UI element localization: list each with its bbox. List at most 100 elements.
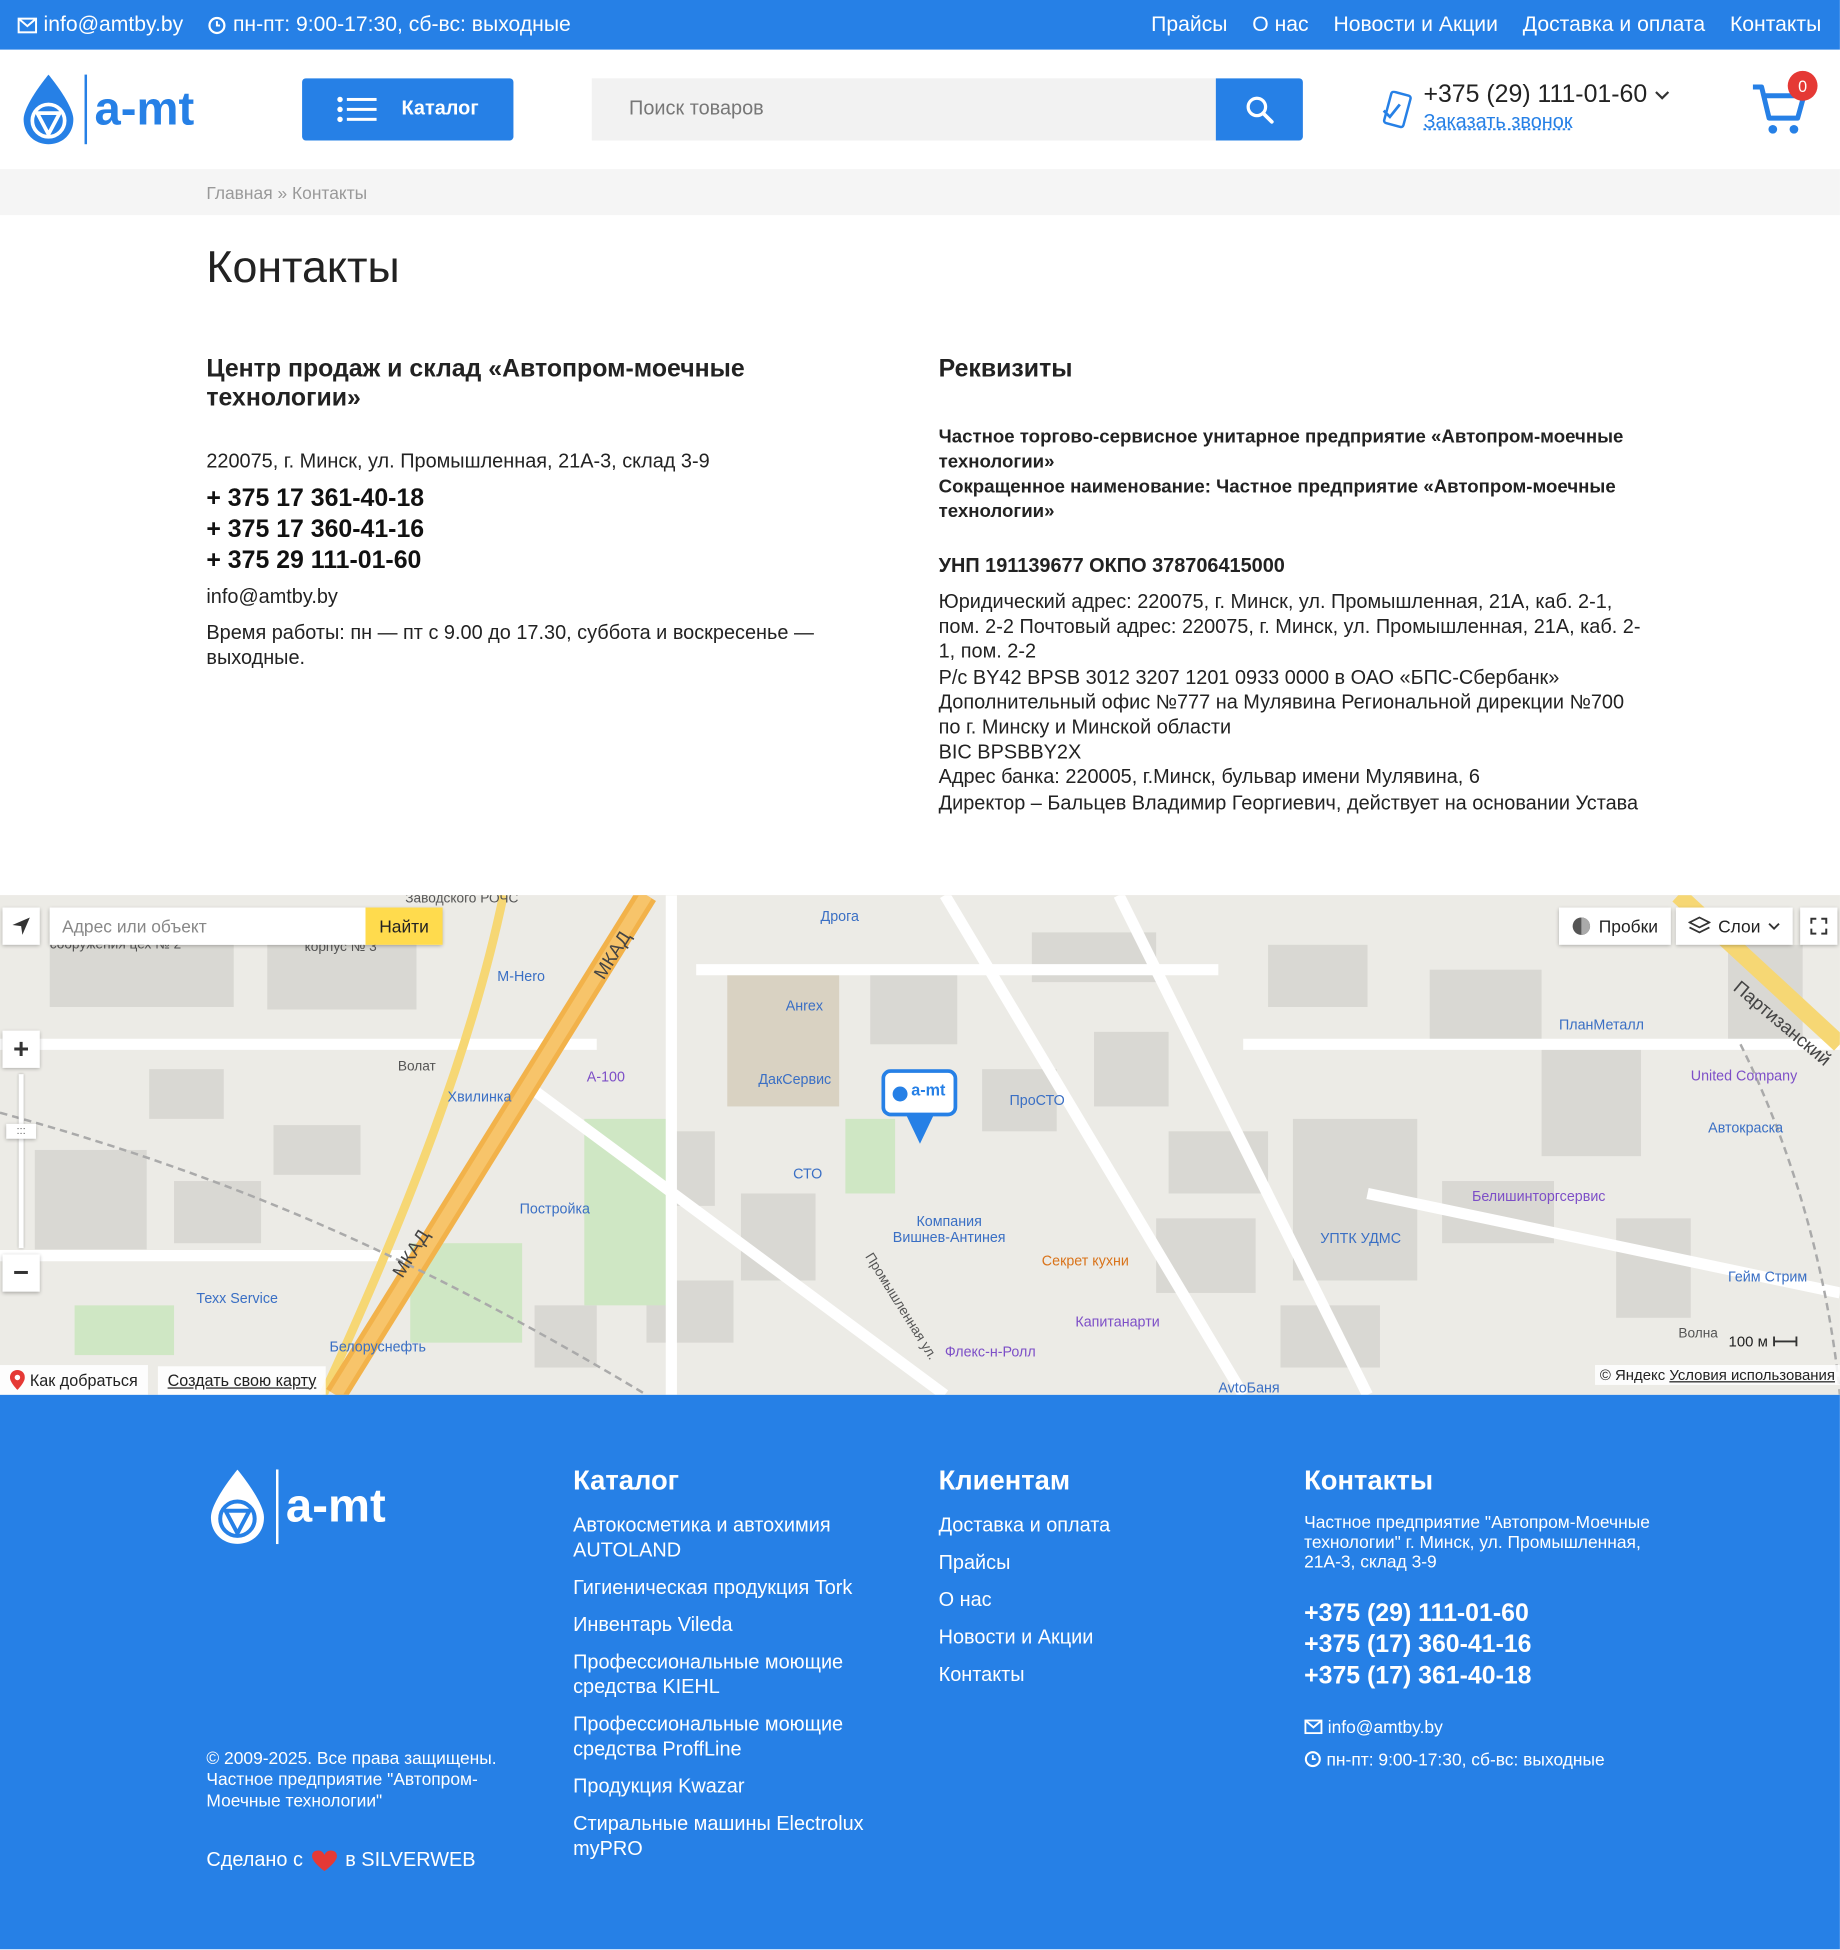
menu-icon — [337, 96, 377, 123]
map-label: Секрет кухни — [1041, 1254, 1129, 1270]
footer-hours-text: пн-пт: 9:00-17:30, сб-вс: выходные — [1326, 1749, 1605, 1770]
topnav-delivery[interactable]: Доставка и оплата — [1523, 12, 1705, 37]
heart-icon — [311, 1850, 337, 1872]
requisites-codes: УНП 191139677 ОКПО 378706415000 — [938, 555, 1285, 577]
cart-button[interactable]: 0 — [1750, 70, 1818, 144]
fullscreen-button[interactable] — [1800, 907, 1838, 945]
topbar-email-text[interactable]: info@amtby.by — [44, 12, 184, 37]
map-label: United Company — [1690, 1069, 1798, 1085]
requisites-title: Реквизиты — [938, 355, 1073, 383]
map-bottom-controls: Как добраться Создать свою карту — [0, 1365, 327, 1395]
footer-phone[interactable]: +375 (17) 361-40-18 — [1304, 1661, 1652, 1692]
contact-phone[interactable]: + 375 17 360-41-16 — [206, 515, 902, 546]
expand-icon — [1810, 917, 1828, 935]
logo-drop-icon — [210, 1469, 264, 1544]
map-search-box: Адрес или объект Найти — [49, 907, 443, 945]
map-label: Анrex — [785, 999, 823, 1015]
map-scale-label: 100 м — [1728, 1332, 1768, 1351]
footer-catalog-link[interactable]: Профессиональные моющие средства ProffLi… — [573, 1713, 896, 1763]
topnav-about[interactable]: О нас — [1252, 12, 1308, 37]
map-label: УПТК УДМС — [1320, 1232, 1402, 1247]
requisites-line: Р/с BY42 BPSB 3012 3207 1201 0933 0000 в… — [938, 667, 1560, 689]
callback-link[interactable]: Заказать звонок — [1423, 112, 1669, 134]
cart-count-badge: 0 — [1787, 70, 1818, 101]
footer-logo[interactable]: a-mt — [206, 1467, 386, 1547]
map-search-input[interactable]: Адрес или объект — [49, 907, 366, 945]
topbar-hours-text: пн-пт: 9:00-17:30, сб-вс: выходные — [232, 12, 571, 37]
map-search-button[interactable]: Найти — [365, 907, 443, 945]
chevron-down-icon — [1768, 922, 1780, 930]
footer-clients-link[interactable]: Доставка и оплата — [939, 1514, 1188, 1539]
search-input[interactable]: Поиск товаров — [591, 78, 1216, 141]
footer-clients-link[interactable]: Прайсы — [939, 1552, 1188, 1577]
map-copyright: © Яндекс Условия использования — [1594, 1365, 1840, 1385]
contacts-email[interactable]: info@amtby.by — [206, 587, 902, 609]
map-label: Заводского РОЧС — [405, 895, 519, 907]
footer-catalog-column: Каталог Автокосметика и автохимия AUTOLA… — [573, 1464, 896, 1874]
footer-catalog-link[interactable]: Автокосметика и автохимия AUTOLAND — [573, 1514, 896, 1564]
location-pin-icon — [9, 1370, 25, 1390]
contact-phone[interactable]: + 375 29 111-01-60 — [206, 546, 902, 577]
site-logo[interactable]: a-mt — [20, 72, 194, 147]
route-label: Как добраться — [29, 1370, 138, 1390]
footer-phone[interactable]: +375 (29) 111-01-60 — [1304, 1599, 1652, 1630]
zoom-in-button[interactable]: + — [2, 1030, 40, 1068]
catalog-button[interactable]: Каталог — [302, 78, 514, 141]
footer-catalog-title: Каталог — [573, 1464, 680, 1496]
footer-phone[interactable]: +375 (17) 360-41-16 — [1304, 1630, 1652, 1661]
route-button[interactable]: Как добраться — [0, 1365, 148, 1395]
footer-catalog-link[interactable]: Инвентарь Vileda — [573, 1614, 896, 1639]
footer-phones: +375 (29) 111-01-60 +375 (17) 360-41-16 … — [1304, 1599, 1652, 1692]
chevron-down-icon[interactable] — [1655, 90, 1670, 100]
footer-catalog-link[interactable]: Продукция Kwazar — [573, 1775, 896, 1800]
footer-clients-link[interactable]: Контакты — [939, 1663, 1188, 1688]
search-button[interactable] — [1215, 78, 1303, 141]
logo-divider — [84, 74, 88, 145]
company-map-marker[interactable]: a-mt — [881, 1069, 958, 1152]
map-search-placeholder: Адрес или объект — [62, 916, 207, 937]
footer-catalog-link[interactable]: Гигиеническая продукция Tork — [573, 1576, 896, 1601]
header-phone[interactable]: +375 (29) 111-01-60 — [1423, 81, 1670, 110]
map-label: А-100 — [586, 1070, 625, 1086]
footer-clients-link[interactable]: Новости и Акции — [939, 1626, 1188, 1651]
made-by-suffix: в SILVERWEB — [345, 1849, 476, 1872]
header-phone-number[interactable]: +375 (29) 111-01-60 — [1423, 81, 1647, 110]
mail-icon — [1304, 1719, 1323, 1735]
footer-logo-text: a-mt — [285, 1480, 386, 1533]
map-locate-button[interactable] — [2, 907, 40, 945]
contact-phone[interactable]: + 375 17 361-40-18 — [206, 484, 902, 515]
create-map-link[interactable]: Создать свою карту — [157, 1365, 327, 1395]
map-label: Постройка — [519, 1202, 590, 1218]
footer-hours: пн-пт: 9:00-17:30, сб-вс: выходные — [1304, 1749, 1652, 1769]
topnav-contacts[interactable]: Контакты — [1730, 12, 1821, 37]
footer-clients-link[interactable]: О нас — [939, 1589, 1188, 1614]
header-phone-block: +375 (29) 111-01-60 Заказать звонок — [1380, 81, 1670, 134]
topnav-news[interactable]: Новости и Акции — [1333, 12, 1497, 37]
topbar-email[interactable]: info@amtby.by — [17, 12, 183, 37]
zoom-slider-handle[interactable]: ::: — [6, 1123, 37, 1139]
layers-button[interactable]: Слои — [1675, 907, 1793, 945]
footer-email-text[interactable]: info@amtby.by — [1328, 1717, 1443, 1737]
footer-made-by[interactable]: Сделано с в SILVERWEB — [206, 1849, 476, 1872]
map-label: Хвилинка — [447, 1090, 512, 1106]
requisites-full-name: Частное торгово-сервисное унитарное пред… — [938, 426, 1624, 473]
map-label: Компания Вишнев-Антинея — [892, 1214, 1006, 1246]
footer-catalog-link[interactable]: Стиральные машины Electrolux myPRO — [573, 1813, 896, 1863]
zoom-out-button[interactable]: − — [2, 1254, 40, 1292]
footer-clients-title: Клиентам — [938, 1464, 1071, 1496]
topnav-prices[interactable]: Прайсы — [1151, 12, 1227, 37]
page-title: Контакты — [206, 241, 400, 293]
map-pin-label: a-mt — [911, 1080, 946, 1099]
breadcrumb-home[interactable]: Главная — [206, 183, 272, 203]
search-placeholder: Поиск товаров — [629, 98, 764, 120]
layers-icon — [1688, 916, 1711, 934]
footer-catalog-link[interactable]: Профессиональные моющие средства KIEHL — [573, 1651, 896, 1701]
traffic-button[interactable]: Пробки — [1558, 907, 1671, 945]
scale-bar-icon — [1773, 1336, 1798, 1347]
footer-clients-column: Клиентам Доставка и оплата Прайсы О нас … — [939, 1464, 1188, 1700]
zoom-slider[interactable]: ::: — [6, 1074, 37, 1249]
yandex-map[interactable]: сооружения цех № 2 корпус № 3 Заводского… — [0, 895, 1840, 1395]
map-terms-link[interactable]: Условия использования — [1669, 1366, 1835, 1383]
footer-email[interactable]: info@amtby.by — [1304, 1717, 1652, 1737]
map-label: Белишинторгсервис — [1471, 1189, 1606, 1205]
